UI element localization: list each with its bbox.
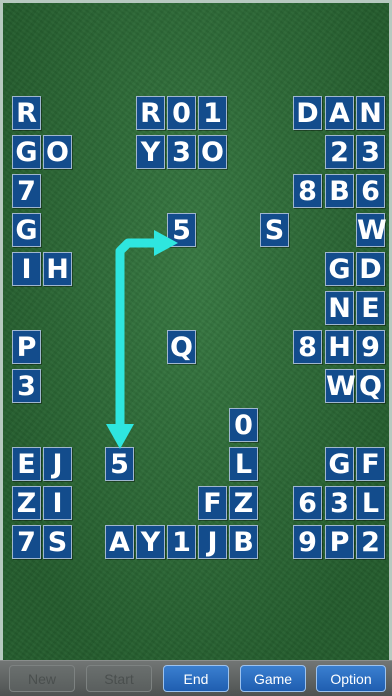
tile-r8c1[interactable]: 3: [12, 369, 41, 403]
tile-r1c12[interactable]: N: [356, 96, 385, 130]
game-screen: RR01DANGOY3O2378B6G5SWIHGDNEPQ8H93WQ0EJ5…: [0, 0, 392, 696]
tile-r3c1[interactable]: 7: [12, 174, 41, 208]
tile-r2c7[interactable]: O: [198, 135, 227, 169]
tile-r4c6[interactable]: 5: [167, 213, 196, 247]
tile-r12c6[interactable]: 1: [167, 525, 196, 559]
tile-r3c10[interactable]: 8: [293, 174, 322, 208]
tile-r1c11[interactable]: A: [325, 96, 354, 130]
tile-r5c11[interactable]: G: [325, 252, 354, 286]
path-line: [115, 238, 171, 438]
tile-r12c12[interactable]: 2: [356, 525, 385, 559]
tile-r1c10[interactable]: D: [293, 96, 322, 130]
tile-r7c10[interactable]: 8: [293, 330, 322, 364]
tile-r2c1[interactable]: G: [12, 135, 41, 169]
tile-r1c6[interactable]: 0: [167, 96, 196, 130]
tile-r7c12[interactable]: 9: [356, 330, 385, 364]
game-button[interactable]: Game: [240, 665, 306, 692]
tile-r8c11[interactable]: W: [325, 369, 356, 403]
tile-r10c1[interactable]: E: [12, 447, 41, 481]
game-board: RR01DANGOY3O2378B6G5SWIHGDNEPQ8H93WQ0EJ5…: [0, 0, 392, 660]
tile-r5c12[interactable]: D: [356, 252, 385, 286]
tile-r7c6[interactable]: Q: [167, 330, 196, 364]
tile-r11c2[interactable]: I: [43, 486, 72, 520]
tile-r12c2[interactable]: S: [43, 525, 72, 559]
option-button[interactable]: Option: [316, 665, 386, 692]
tile-r10c4[interactable]: 5: [105, 447, 134, 481]
tile-r1c5[interactable]: R: [136, 96, 165, 130]
tile-r11c1[interactable]: Z: [12, 486, 41, 520]
tile-r1c1[interactable]: R: [12, 96, 41, 130]
tile-r2c11[interactable]: 2: [325, 135, 354, 169]
tile-r6c11[interactable]: N: [325, 291, 354, 325]
tile-r9c8[interactable]: 0: [229, 408, 258, 442]
bottom-toolbar: New Start End Game Option: [0, 660, 392, 696]
tile-r12c1[interactable]: 7: [12, 525, 41, 559]
tile-r7c11[interactable]: H: [325, 330, 354, 364]
tile-r3c12[interactable]: 6: [356, 174, 385, 208]
tile-r10c8[interactable]: L: [229, 447, 258, 481]
tile-r5c1[interactable]: I: [12, 252, 41, 286]
tile-r4c9[interactable]: S: [260, 213, 289, 247]
tile-r6c12[interactable]: E: [356, 291, 385, 325]
tile-r2c5[interactable]: Y: [136, 135, 165, 169]
tile-r11c11[interactable]: 3: [325, 486, 354, 520]
end-button[interactable]: End: [163, 665, 229, 692]
tile-r10c12[interactable]: F: [356, 447, 385, 481]
tile-r10c11[interactable]: G: [325, 447, 354, 481]
tile-r2c12[interactable]: 3: [356, 135, 385, 169]
tile-r12c10[interactable]: 9: [293, 525, 322, 559]
tile-r2c2[interactable]: O: [43, 135, 72, 169]
tile-r12c7[interactable]: J: [198, 525, 227, 559]
tile-r12c8[interactable]: B: [229, 525, 258, 559]
tile-r1c7[interactable]: 1: [198, 96, 227, 130]
tile-r12c11[interactable]: P: [325, 525, 354, 559]
new-button[interactable]: New: [9, 665, 75, 692]
tile-r11c10[interactable]: 6: [293, 486, 322, 520]
arrowhead-down: [106, 424, 134, 449]
tile-r11c7[interactable]: F: [198, 486, 227, 520]
tile-r8c12[interactable]: Q: [356, 369, 385, 403]
tile-r7c1[interactable]: P: [12, 330, 41, 364]
tile-r10c2[interactable]: J: [43, 447, 72, 481]
tile-r2c6[interactable]: 3: [167, 135, 196, 169]
tile-r11c8[interactable]: Z: [229, 486, 258, 520]
tile-r12c5[interactable]: Y: [136, 525, 165, 559]
tile-r4c12[interactable]: W: [356, 213, 387, 247]
tile-r3c11[interactable]: B: [325, 174, 354, 208]
tile-r5c2[interactable]: H: [43, 252, 72, 286]
tile-r12c4[interactable]: A: [105, 525, 134, 559]
tile-r4c1[interactable]: G: [12, 213, 41, 247]
start-button[interactable]: Start: [86, 665, 152, 692]
tile-r11c12[interactable]: L: [356, 486, 385, 520]
